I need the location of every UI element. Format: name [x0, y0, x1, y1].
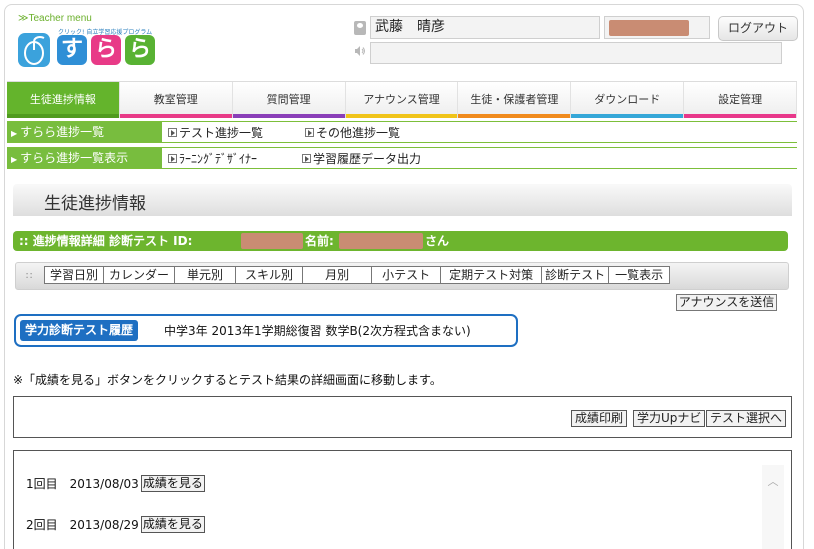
arrow-box-icon: [168, 127, 177, 137]
select-test-button[interactable]: テスト選択へ: [706, 410, 787, 427]
triangle-icon: ▶: [11, 129, 18, 138]
tab-questions[interactable]: 質問管理: [232, 82, 346, 118]
ability-up-navi-button[interactable]: 学力Upナビ: [633, 410, 706, 427]
tab-student-progress[interactable]: 生徒進捗情報: [7, 82, 120, 118]
tab-settings[interactable]: 設定管理: [684, 82, 798, 118]
progress-tabs: 学習日別 カレンダー 単元別 スキル別 月別 小テスト 定期テスト対策 診断テス…: [44, 266, 671, 284]
redacted-name: [339, 233, 423, 249]
instruction-note: ※「成績を見る」ボタンをクリックするとテスト結果の詳細画面に移動します。: [13, 373, 442, 387]
history-label: 学力診断テスト履歴: [20, 320, 139, 341]
tab-mini-test[interactable]: 小テスト: [372, 267, 442, 283]
diagnostic-history-box: 学力診断テスト履歴 中学3年 2013年1学期総復習 数学B(2次方程式含まない…: [14, 314, 518, 347]
sub-menu-row-1: ▶ すらら進捗一覧 テスト進捗一覧 その他進捗一覧: [7, 121, 797, 143]
grip-icon: ∷: [26, 271, 33, 282]
arrow-box-icon: [168, 153, 177, 163]
history-value: 中学3年 2013年1学期総復習 数学B(2次方程式含まない): [164, 324, 471, 338]
page-title: 生徒進捗情報: [44, 194, 146, 214]
surala-logo: ≫Teacher menu クリック! 自立学習応援プログラム す ら ら: [18, 13, 168, 75]
tab-by-skill[interactable]: スキル別: [236, 267, 304, 283]
view-results-button[interactable]: 成績を見る: [140, 475, 205, 492]
scroll-up-icon[interactable]: ︿: [766, 476, 780, 487]
arrow-box-icon: [302, 153, 312, 163]
submenu-test-progress[interactable]: テスト進捗一覧: [168, 124, 263, 141]
tab-classroom[interactable]: 教室管理: [119, 82, 233, 118]
tab-download[interactable]: ダウンロード: [571, 82, 685, 118]
tab-diagnostic-test[interactable]: 診断テスト: [542, 267, 610, 283]
action-button-area: 成績印刷 学力Upナビ テスト選択へ: [13, 396, 792, 438]
send-announcement-button[interactable]: アナウンスを送信: [676, 294, 777, 311]
progress-tab-bar: ∷ 学習日別 カレンダー 単元別 スキル別 月別 小テスト 定期テスト対策 診断…: [15, 262, 789, 290]
mouse-icon: [18, 33, 50, 67]
redacted-id: [241, 233, 303, 249]
tab-announcements[interactable]: アナウンス管理: [345, 82, 459, 118]
submenu-other-progress[interactable]: その他進捗一覧: [305, 124, 400, 141]
announcement-display: [370, 42, 782, 64]
result-row: 1回目 2013/08/03 成績を見る: [26, 475, 205, 492]
result-row: 2回目 2013/08/29 成績を見る: [26, 516, 205, 533]
main-nav: 生徒進捗情報 教室管理 質問管理 アナウンス管理 生徒・保護者管理 ダウンロード…: [7, 81, 798, 118]
logout-button[interactable]: ログアウト: [718, 16, 798, 41]
view-results-button[interactable]: 成績を見る: [140, 516, 205, 533]
tab-periodic-test[interactable]: 定期テスト対策: [441, 267, 543, 283]
arrow-box-icon: [305, 127, 315, 137]
tab-list-view[interactable]: 一覧表示: [609, 267, 669, 283]
logo-tile-su: す: [57, 35, 87, 65]
detail-header-bar: :: 進捗情報詳細 診断テスト ID: 名前: さん: [13, 231, 788, 251]
speaker-icon: [354, 45, 366, 57]
name-suffix: さん: [425, 234, 450, 248]
tab-by-unit[interactable]: 単元別: [175, 267, 237, 283]
detail-prefix: :: 進捗情報詳細 診断テスト ID:: [19, 234, 193, 248]
print-results-button[interactable]: 成績印刷: [571, 410, 628, 427]
name-label: 名前:: [305, 234, 334, 248]
sub-menu-row-2: ▶ すらら進捗一覧表示 ﾗｰﾆﾝｸﾞﾃﾞｻﾞｲﾅｰ 学習履歴データ出力: [7, 147, 797, 169]
tab-students-guardians[interactable]: 生徒・保護者管理: [458, 82, 572, 118]
user-icon: [354, 21, 366, 35]
user-name-field: 武藤 晴彦: [370, 16, 600, 39]
triangle-icon: ▶: [11, 155, 18, 164]
logo-tile-ra-2: ら: [125, 35, 155, 65]
redacted-field: [604, 16, 710, 39]
submenu-surala-progress-display[interactable]: ▶ すらら進捗一覧表示: [7, 148, 162, 168]
logo-tile-ra-1: ら: [91, 35, 121, 65]
logo-teacher-label: ≫Teacher menu: [18, 13, 92, 24]
submenu-learning-designer[interactable]: ﾗｰﾆﾝｸﾞﾃﾞｻﾞｲﾅｰ: [168, 150, 257, 167]
results-list: ︿ 1回目 2013/08/03 成績を見る 2回目 2013/08/29 成績…: [13, 450, 792, 549]
tab-monthly[interactable]: 月別: [303, 267, 373, 283]
submenu-surala-progress[interactable]: ▶ すらら進捗一覧: [7, 122, 162, 142]
submenu-history-export[interactable]: 学習履歴データ出力: [302, 150, 421, 167]
tab-calendar[interactable]: カレンダー: [104, 267, 176, 283]
tab-daily[interactable]: 学習日別: [45, 267, 105, 283]
